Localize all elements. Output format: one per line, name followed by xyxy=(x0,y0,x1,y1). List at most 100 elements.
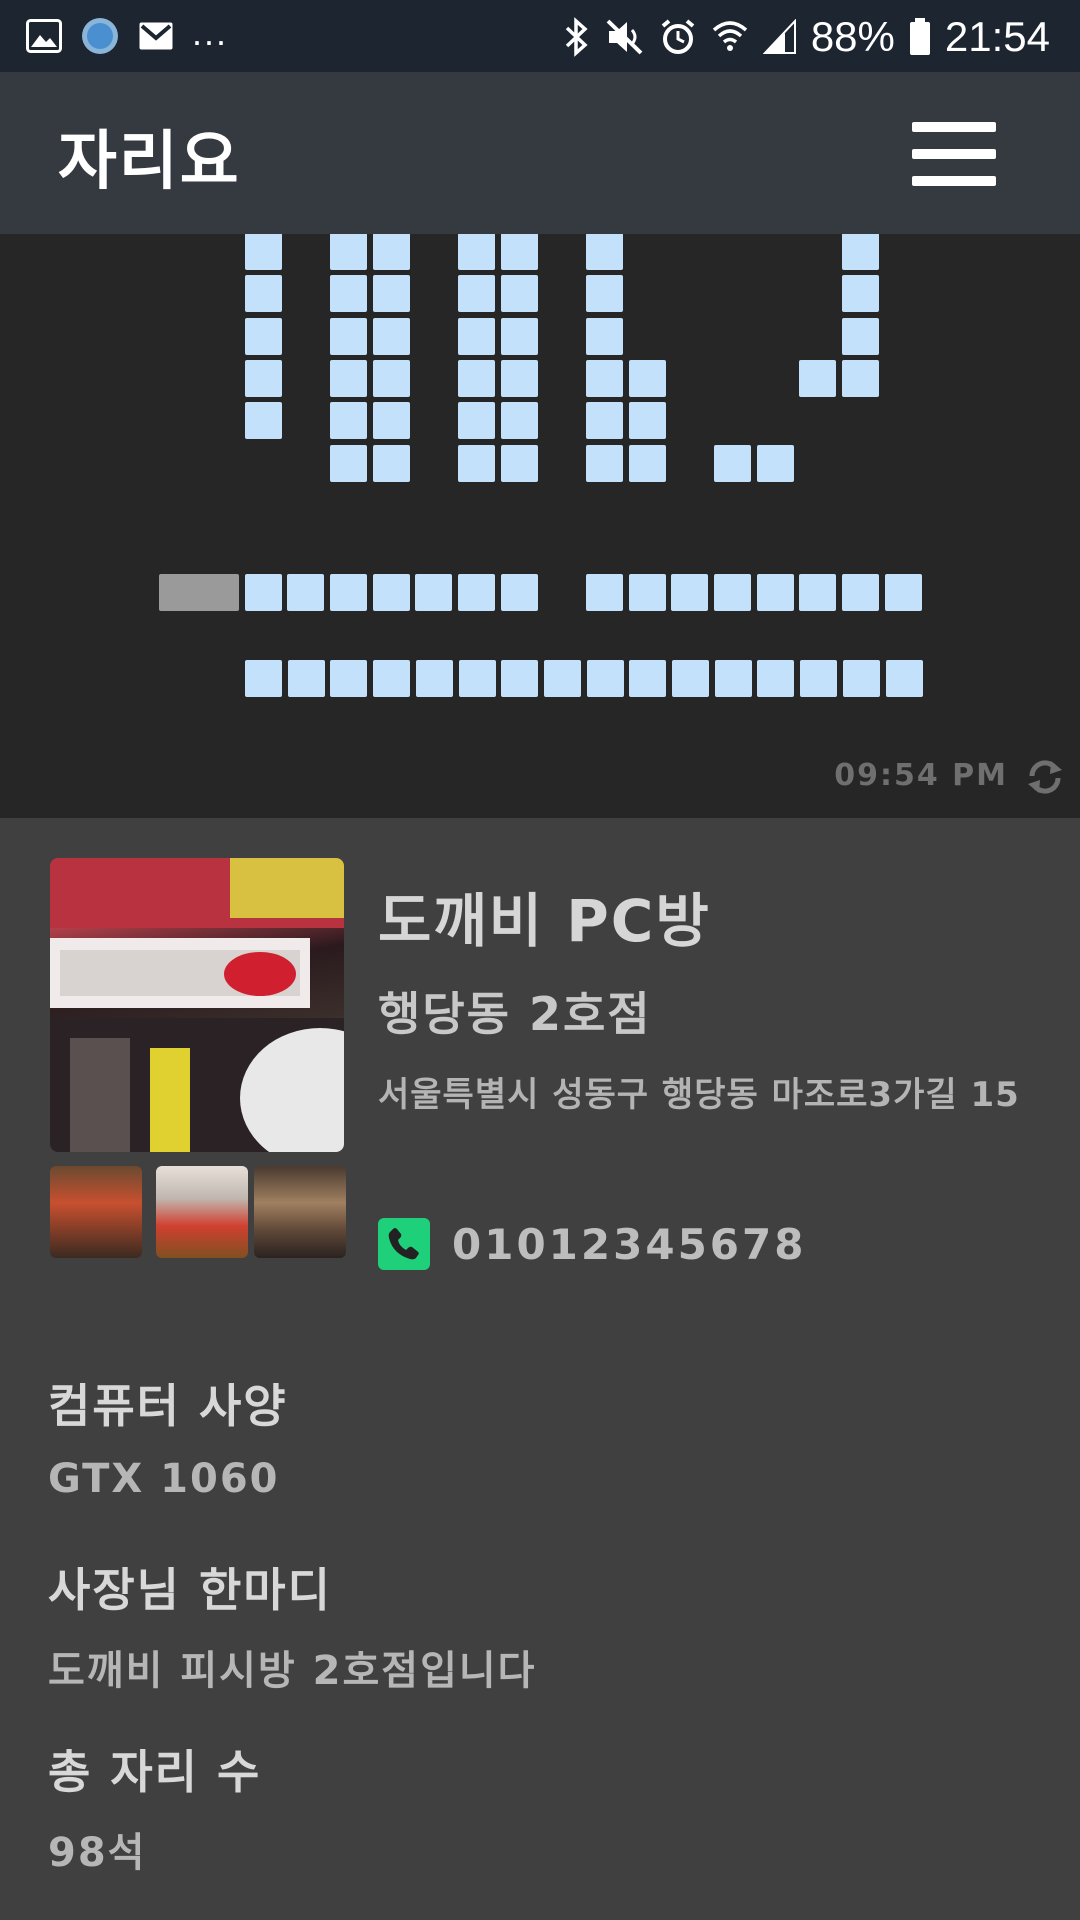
seat-available[interactable] xyxy=(501,445,538,482)
seat-available[interactable] xyxy=(373,445,410,482)
gmail-icon xyxy=(139,22,173,50)
seat-available[interactable] xyxy=(373,402,410,439)
seat-available[interactable] xyxy=(885,574,922,611)
seat-available[interactable] xyxy=(330,234,367,270)
seat-available[interactable] xyxy=(843,660,880,697)
seat-available[interactable] xyxy=(714,574,751,611)
seat-available[interactable] xyxy=(288,660,325,697)
seat-available[interactable] xyxy=(587,660,624,697)
hamburger-menu-icon[interactable] xyxy=(906,114,1002,194)
seat-available[interactable] xyxy=(672,660,709,697)
seat-available[interactable] xyxy=(629,360,666,397)
seat-available[interactable] xyxy=(501,318,538,355)
seat-available[interactable] xyxy=(459,660,496,697)
seat-available[interactable] xyxy=(586,275,623,312)
seat-available[interactable] xyxy=(629,445,666,482)
signal-icon xyxy=(762,19,796,54)
seat-available[interactable] xyxy=(330,275,367,312)
seat-available[interactable] xyxy=(501,574,538,611)
seat-available[interactable] xyxy=(629,574,666,611)
seat-available[interactable] xyxy=(458,574,495,611)
seat-available[interactable] xyxy=(629,402,666,439)
seat-map-updated-time: 09:54 PM xyxy=(834,758,1008,793)
refresh-icon[interactable] xyxy=(1024,756,1066,798)
seat-available[interactable] xyxy=(501,275,538,312)
shop-main-photo[interactable] xyxy=(50,858,344,1152)
seat-available[interactable] xyxy=(842,574,879,611)
seat-available[interactable] xyxy=(544,660,581,697)
seat-available[interactable] xyxy=(416,660,453,697)
seat-available[interactable] xyxy=(714,445,751,482)
phone-number[interactable]: 01012345678 xyxy=(452,1220,806,1269)
seat-available[interactable] xyxy=(757,574,794,611)
seat-available[interactable] xyxy=(501,660,538,697)
seat-available[interactable] xyxy=(501,360,538,397)
computer-spec-value: GTX 1060 xyxy=(48,1456,280,1502)
mute-icon xyxy=(606,19,643,55)
seat-occupied[interactable] xyxy=(159,574,239,611)
seat-available[interactable] xyxy=(757,660,794,697)
seat-available[interactable] xyxy=(586,318,623,355)
seat-available[interactable] xyxy=(458,402,495,439)
shop-name: 도깨비 PC방 xyxy=(378,887,711,955)
seat-available[interactable] xyxy=(245,275,282,312)
seat-available[interactable] xyxy=(245,234,282,270)
seat-available[interactable] xyxy=(586,360,623,397)
battery-icon xyxy=(909,18,930,55)
seat-available[interactable] xyxy=(330,574,367,611)
seat-available[interactable] xyxy=(330,360,367,397)
seat-available[interactable] xyxy=(458,445,495,482)
circle-app-icon xyxy=(82,18,118,54)
seat-available[interactable] xyxy=(757,445,794,482)
seat-available[interactable] xyxy=(799,574,836,611)
seat-available[interactable] xyxy=(586,574,623,611)
shop-address: 서울특별시 성동구 행당동 마조로3가길 15 xyxy=(378,1075,1020,1115)
seat-available[interactable] xyxy=(671,574,708,611)
seat-map: 09:54 PM xyxy=(0,234,1080,818)
seat-available[interactable] xyxy=(373,318,410,355)
seat-available[interactable] xyxy=(586,445,623,482)
seat-available[interactable] xyxy=(373,234,410,270)
owner-message-title: 사장님 한마디 xyxy=(48,1563,332,1617)
shop-info: 도깨비 PC방 행당동 2호점 서울특별시 성동구 행당동 마조로3가길 15 … xyxy=(0,818,1080,1920)
seat-available[interactable] xyxy=(586,234,623,270)
shop-thumbnail-3[interactable] xyxy=(254,1166,346,1258)
shop-thumbnail-1[interactable] xyxy=(50,1166,142,1258)
seat-available[interactable] xyxy=(458,275,495,312)
seat-available[interactable] xyxy=(373,275,410,312)
seat-available[interactable] xyxy=(373,660,410,697)
seat-available[interactable] xyxy=(330,660,367,697)
seat-available[interactable] xyxy=(245,318,282,355)
seat-available[interactable] xyxy=(245,660,282,697)
seat-available[interactable] xyxy=(715,660,752,697)
seat-available[interactable] xyxy=(330,445,367,482)
seat-available[interactable] xyxy=(501,402,538,439)
seat-available[interactable] xyxy=(373,574,410,611)
seat-available[interactable] xyxy=(287,574,324,611)
seat-available[interactable] xyxy=(886,660,923,697)
seat-available[interactable] xyxy=(501,234,538,270)
seat-available[interactable] xyxy=(330,318,367,355)
seat-available[interactable] xyxy=(842,275,879,312)
seat-available[interactable] xyxy=(799,360,836,397)
seat-available[interactable] xyxy=(330,402,367,439)
seat-available[interactable] xyxy=(458,360,495,397)
seat-available[interactable] xyxy=(245,360,282,397)
wifi-icon xyxy=(712,21,747,51)
seat-available[interactable] xyxy=(458,318,495,355)
seat-available[interactable] xyxy=(586,402,623,439)
seat-available[interactable] xyxy=(373,360,410,397)
seat-available[interactable] xyxy=(842,318,879,355)
seat-available[interactable] xyxy=(415,574,452,611)
seat-available[interactable] xyxy=(800,660,837,697)
seat-available[interactable] xyxy=(245,402,282,439)
seat-available[interactable] xyxy=(842,234,879,270)
app-bar: 자리요 xyxy=(0,72,1080,234)
seat-available[interactable] xyxy=(245,574,282,611)
seat-available[interactable] xyxy=(458,234,495,270)
phone-row[interactable]: 01012345678 xyxy=(378,1218,806,1270)
seat-available[interactable] xyxy=(629,660,666,697)
phone-icon[interactable] xyxy=(378,1218,430,1270)
shop-thumbnail-2[interactable] xyxy=(156,1166,248,1258)
seat-available[interactable] xyxy=(842,360,879,397)
